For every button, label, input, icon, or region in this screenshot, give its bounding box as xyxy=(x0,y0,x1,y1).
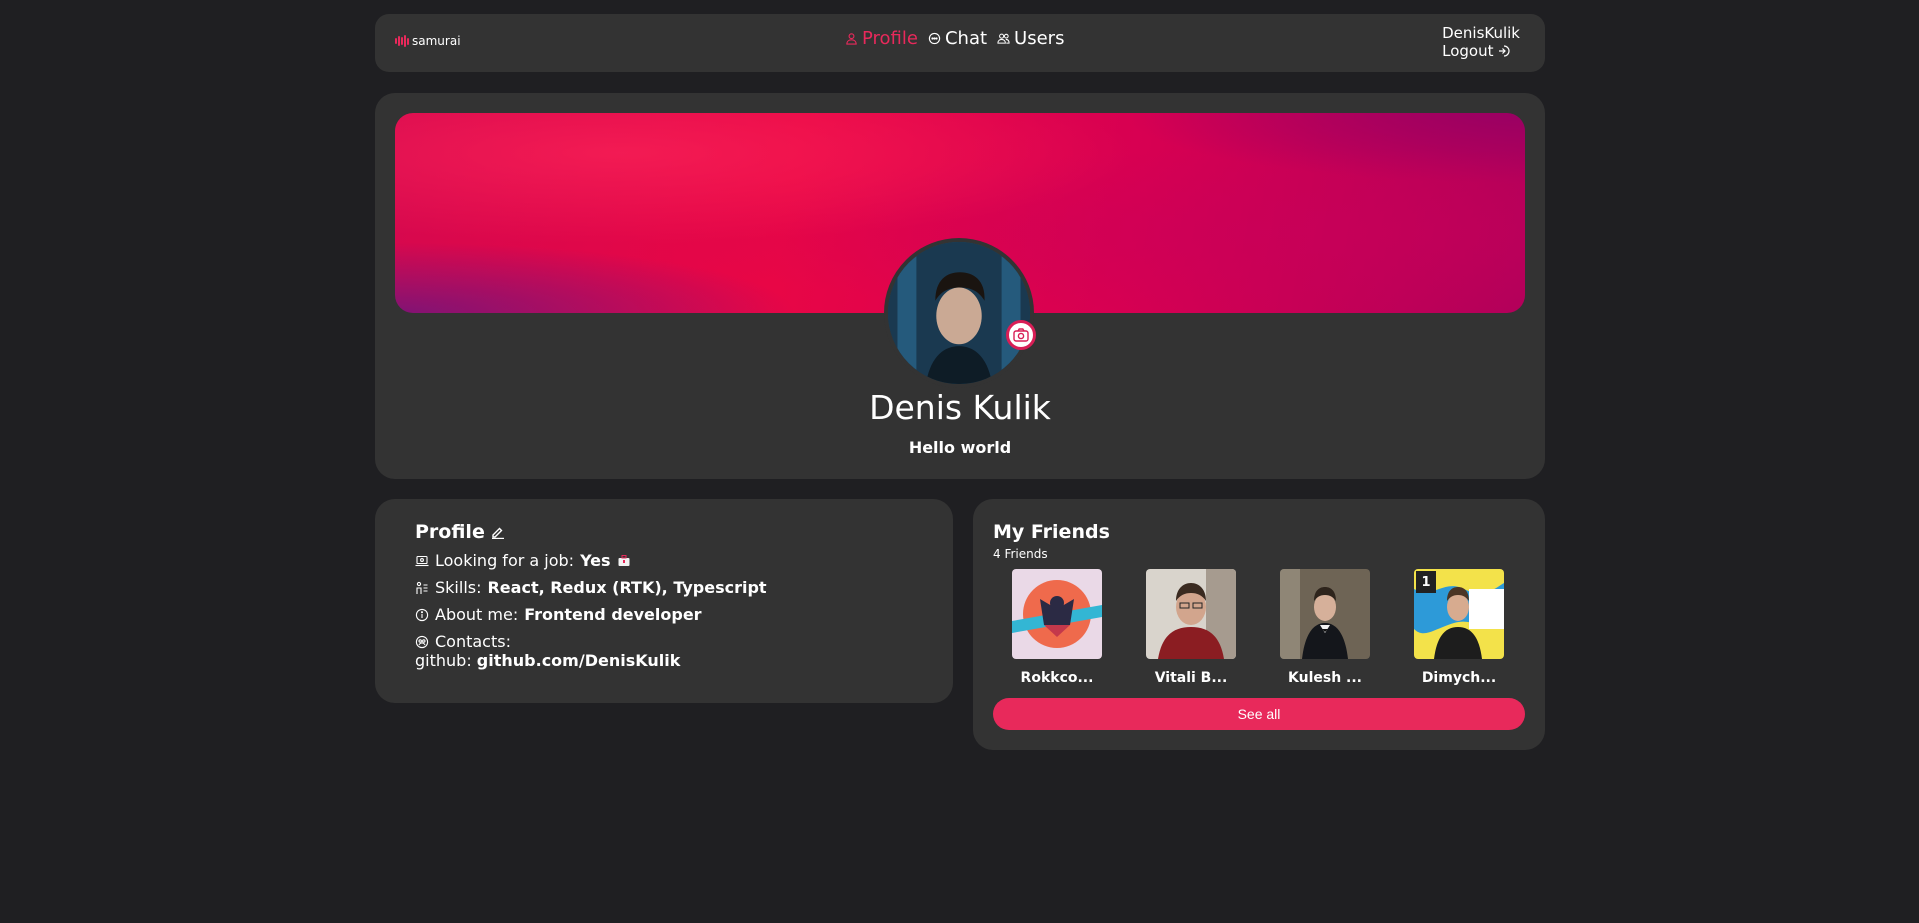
nav-profile[interactable]: Profile xyxy=(845,28,918,49)
change-photo-button[interactable] xyxy=(1006,320,1036,350)
logout-button[interactable]: Logout xyxy=(1442,42,1520,60)
briefcase-emoji-icon xyxy=(618,554,630,566)
profile-card: Denis Kulik Hello world xyxy=(375,93,1545,479)
laptop-icon xyxy=(415,555,429,566)
friends-count: 4 Friends xyxy=(993,547,1048,561)
profile-name: Denis Kulik xyxy=(869,388,1051,427)
see-all-friends-button[interactable]: See all xyxy=(993,698,1525,730)
friends-title: My Friends xyxy=(993,521,1110,543)
friend-badge: 1 xyxy=(1416,571,1436,593)
about-label: About me: xyxy=(435,605,519,624)
github-label: github: xyxy=(415,651,472,670)
main-nav: Profile Chat Users xyxy=(845,28,1064,49)
friend-name: Kulesh ... xyxy=(1288,670,1362,686)
friends-list: Rokkco... Vitali B... Kulesh ... 1 Dimyc… xyxy=(993,569,1525,686)
user-box: DenisKulik Logout xyxy=(1442,24,1520,60)
user-icon xyxy=(846,33,857,45)
friend-item[interactable]: Rokkco... xyxy=(1012,569,1102,686)
avatar-portrait xyxy=(888,242,1030,384)
contacts-block: Contacts: github: github.com/DenisKulik xyxy=(415,632,913,670)
profile-status[interactable]: Hello world xyxy=(375,438,1545,457)
skills-icon xyxy=(416,581,428,594)
friend-name: Dimych... xyxy=(1421,670,1497,686)
pencil-icon xyxy=(491,527,504,539)
nav-profile-label: Profile xyxy=(862,28,918,49)
camera-icon xyxy=(1013,328,1029,342)
friend-avatar xyxy=(1012,569,1102,659)
nav-chat-label: Chat xyxy=(944,28,988,49)
github-link[interactable]: github.com/DenisKulik xyxy=(477,651,681,670)
friend-name: Rokkco... xyxy=(1020,670,1094,686)
logo-text: samurai xyxy=(412,34,461,48)
about-value: Frontend developer xyxy=(524,605,702,624)
contacts-icon xyxy=(415,635,429,648)
skills-row: Skills: React, Redux (RTK), Typescript xyxy=(415,578,913,597)
username: DenisKulik xyxy=(1442,24,1520,42)
logout-icon xyxy=(1499,45,1510,57)
chat-icon xyxy=(928,32,941,45)
edit-profile-button[interactable] xyxy=(491,525,505,539)
friend-avatar xyxy=(1280,569,1370,659)
nav-users-label: Users xyxy=(1014,28,1065,49)
job-label: Looking for a job: xyxy=(435,551,575,570)
contacts-row: Contacts: xyxy=(415,632,913,651)
contacts-label: Contacts: xyxy=(435,632,511,651)
skills-value: React, Redux (RTK), Typescript xyxy=(487,578,767,597)
friend-item[interactable]: Kulesh ... xyxy=(1280,569,1370,686)
logout-label: Logout xyxy=(1442,42,1494,60)
nav-chat[interactable]: Chat xyxy=(928,28,987,49)
info-title-row: Profile xyxy=(415,521,913,543)
profile-info-card: Profile Looking for a job: Yes Skills: R… xyxy=(375,499,953,703)
avatar-wrap xyxy=(884,238,1036,388)
friend-name: Vitali B... xyxy=(1154,670,1228,686)
info-title: Profile xyxy=(415,521,485,543)
github-row: github: github.com/DenisKulik xyxy=(415,651,913,670)
samurai-logo[interactable]: samurai xyxy=(395,34,461,48)
friend-avatar xyxy=(1146,569,1236,659)
about-row: About me: Frontend developer xyxy=(415,605,913,624)
skills-label: Skills: xyxy=(435,578,482,597)
friend-item[interactable]: Vitali B... xyxy=(1146,569,1236,686)
job-value: Yes xyxy=(580,551,611,570)
logo-bars-icon xyxy=(395,35,409,47)
info-icon xyxy=(415,608,429,621)
avatar xyxy=(884,238,1034,388)
top-header: samurai Profile Chat Users DenisKulik Lo… xyxy=(375,14,1545,72)
friend-item[interactable]: 1 Dimych... xyxy=(1414,569,1504,686)
friends-card: My Friends 4 Friends Rokkco... Vitali B.… xyxy=(973,499,1545,750)
job-row: Looking for a job: Yes xyxy=(415,551,913,570)
nav-users[interactable]: Users xyxy=(997,28,1064,49)
users-icon xyxy=(997,33,1010,44)
